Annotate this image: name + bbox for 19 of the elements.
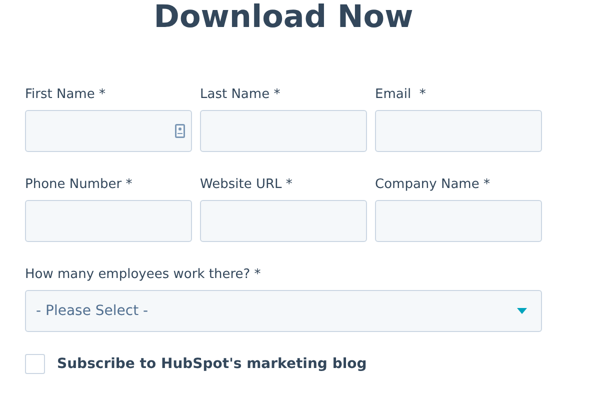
field-label: Website URL * <box>200 176 294 194</box>
checkbox[interactable] <box>25 354 45 374</box>
field-label: First Name * <box>25 86 106 104</box>
input-field[interactable] <box>25 110 192 152</box>
input-field[interactable] <box>375 110 542 152</box>
form-title: Download Now <box>152 0 414 34</box>
field-label: Company Name * <box>375 176 491 194</box>
input-field[interactable] <box>375 200 542 242</box>
caret-icon <box>517 308 527 314</box>
field-label: Last Name * <box>200 86 282 104</box>
input-field[interactable] <box>25 200 192 242</box>
input-field[interactable] <box>200 200 367 242</box>
field-label: Phone Number * <box>25 176 134 194</box>
input-field[interactable] <box>200 110 367 152</box>
contact-card-icon[interactable] <box>175 124 185 138</box>
field-label: How many employees work there? * <box>25 266 262 284</box>
field-label: Email * <box>375 86 427 104</box>
checkbox-label: Subscribe to HubSpot's marketing blog <box>57 356 367 372</box>
dropdown[interactable]: - Please Select - <box>25 290 542 332</box>
